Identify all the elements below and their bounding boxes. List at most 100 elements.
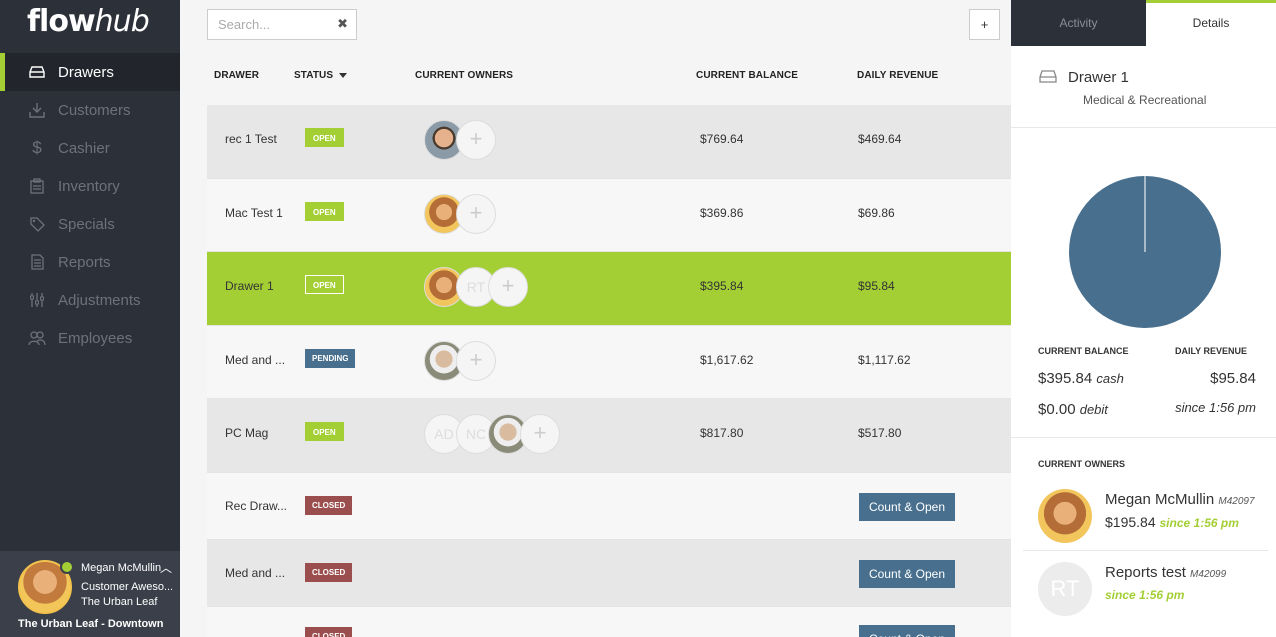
divider [1011,437,1276,438]
dollar-icon: $ [32,138,42,157]
owner-since: since 1:56 pm [1105,588,1185,602]
drawer-icon [28,63,46,81]
sidebar-item-cashier[interactable]: $ Cashier [0,129,180,167]
tab-details[interactable]: Details [1146,0,1276,46]
inventory-icon [28,177,46,195]
table-row[interactable]: PC Mag OPEN AD NC + $817.80 $517.80 [207,399,1011,473]
column-header-status[interactable]: STATUS [294,70,348,81]
drawer-name: Mac Test 1 [225,205,283,220]
status-badge: CLOSED [305,562,353,582]
owner-name[interactable]: Reports test M42099 [1105,564,1226,581]
sidebar-item-label: Reports [58,253,111,271]
column-header-revenue[interactable]: DAILY REVENUE [857,70,938,81]
sidebar-item-customers[interactable]: Customers [0,91,180,129]
sidebar-item-specials[interactable]: Specials [0,205,180,243]
table-header: DRAWER STATUS CURRENT OWNERS CURRENT BAL… [207,50,1011,105]
table-row[interactable]: Mac Test 1 OPEN + $369.86 $69.86 [207,178,1011,252]
daily-revenue: $469.64 [858,132,902,146]
clock-icon [60,560,74,574]
clear-icon[interactable]: ✖ [337,16,348,32]
cash-balance: $395.84 cash [1038,370,1124,387]
add-owner-button[interactable]: + [456,340,496,381]
owner-name[interactable]: Megan McMullin M42097 [1105,491,1255,508]
debit-balance: $0.00 debit [1038,401,1108,418]
table-row-selected[interactable]: Drawer 1 OPEN RT + $395.84 $95.84 [207,252,1011,326]
sidebar-item-label: Cashier [58,139,110,157]
daily-revenue: $517.80 [858,426,902,440]
user-role: Customer Aweso... [81,581,174,593]
column-header-balance[interactable]: CURRENT BALANCE [696,70,798,81]
count-open-button[interactable]: Count & Open [859,624,955,637]
current-owners-label: CURRENT OWNERS [1038,459,1125,469]
add-owner-button[interactable]: + [488,267,528,307]
table-row[interactable]: rec 1 Test OPEN + $769.64 $469.64 [207,105,1011,179]
sidebar-item-adjustments[interactable]: Adjustments [0,281,180,319]
report-icon [28,253,46,271]
tag-icon [28,215,46,233]
count-open-button[interactable]: Count & Open [859,559,955,588]
status-badge: OPEN [305,128,344,147]
user-name: Megan McMullin [81,562,162,574]
drawer-name: Rec Draw... [225,498,288,513]
add-owner-button[interactable]: + [520,414,560,454]
avatar: RT [1038,562,1092,616]
drawer-name: rec 1 Test [225,132,277,146]
status-badge: PENDING [305,348,356,368]
sidebar-item-label: Specials [58,215,115,233]
sidebar-nav: Drawers Customers $ Cashier Inventory Sp… [0,53,180,357]
table-row[interactable]: Med and ... PENDING + $1,617.62 $1,117.6… [207,325,1011,399]
divider [1011,127,1276,128]
daily-revenue-label: DAILY REVENUE [1175,346,1248,356]
status-badge: CLOSED [305,626,353,637]
table-row[interactable]: CLOSED Count & Open [207,606,1011,637]
balance-pie-chart [1069,176,1221,328]
sidebar-item-employees[interactable]: Employees [0,319,180,357]
drawer-name: PC Mag [225,426,269,440]
status-badge: OPEN [305,275,344,294]
drawer-name: Med and ... [225,565,286,580]
daily-revenue: $95.84 [858,279,895,293]
drawers-main: ✖ + DRAWER STATUS CURRENT OWNERS CURRENT… [180,0,1011,637]
details-panel: Activity Details Drawer 1 Medical & Recr… [1011,0,1276,637]
current-balance-label: CURRENT BALANCE [1038,346,1129,356]
sidebar-item-label: Employees [58,329,133,347]
add-owner-button[interactable]: + [456,193,496,234]
sidebar-item-drawers[interactable]: Drawers [0,53,180,91]
drawer-subtitle: Medical & Recreational [1083,93,1207,107]
column-header-drawer[interactable]: DRAWER [214,70,259,81]
chevron-up-icon[interactable]: ︿ [160,559,172,576]
table-row[interactable]: Med and ... CLOSED Count & Open [207,539,1011,607]
sort-down-icon [339,72,348,78]
daily-revenue: $1,117.62 [858,352,911,367]
sidebar-item-label: Drawers [58,63,114,81]
count-open-button[interactable]: Count & Open [859,492,955,521]
current-user-card[interactable]: Megan McMullin ︿ Customer Aweso... The U… [0,551,180,637]
divider [1023,550,1268,551]
status-badge: OPEN [305,422,344,441]
table-row[interactable]: Rec Draw... CLOSED Count & Open [207,472,1011,540]
current-balance: $769.64 [700,132,744,146]
sidebar-item-label: Adjustments [58,291,141,309]
add-owner-button[interactable]: + [456,120,496,160]
drawer-name: Drawer 1 [225,279,274,293]
revenue-since: since 1:56 pm [1175,400,1256,415]
sidebar-item-label: Customers [58,101,131,119]
current-balance: $1,617.62 [700,352,754,367]
search-box: ✖ [207,9,357,40]
sidebar-item-inventory[interactable]: Inventory [0,167,180,205]
sliders-icon [28,291,46,309]
search-input[interactable] [208,10,328,39]
drawer-title: Drawer 1 [1068,69,1129,86]
tab-activity[interactable]: Activity [1011,0,1146,46]
sidebar-item-reports[interactable]: Reports [0,243,180,281]
drawer-icon [1039,70,1057,88]
current-balance: $369.86 [700,205,744,220]
status-badge: OPEN [305,201,344,221]
column-header-owners: CURRENT OWNERS [415,70,514,81]
drawer-name: Med and ... [225,352,286,367]
drawer-table: rec 1 Test OPEN + $769.64 $469.64 Mac Te… [207,105,1011,637]
sidebar-item-label: Inventory [58,177,120,195]
panel-tabs: Activity Details [1011,0,1276,46]
flowhub-logo[interactable]: flowhub [27,4,150,39]
add-drawer-button[interactable]: + [969,9,1000,40]
